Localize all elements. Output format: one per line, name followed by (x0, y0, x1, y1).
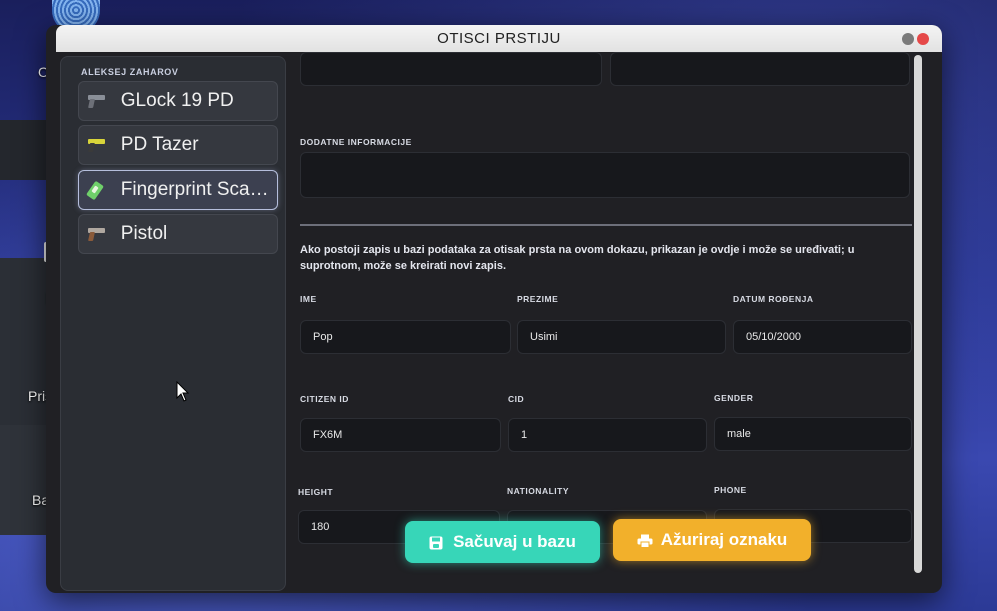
sidebar-item-label: PD Tazer (120, 134, 199, 155)
form-scrollbar[interactable] (914, 55, 922, 573)
title-bar[interactable]: OTISCI PRSTIJU (56, 25, 942, 52)
prezime-input[interactable]: Usimi (517, 320, 726, 354)
pistol-icon (87, 225, 107, 243)
top-field-right[interactable] (610, 52, 910, 86)
gender-label: GENDER (714, 393, 754, 403)
dob-input[interactable]: 05/10/2000 (733, 320, 912, 354)
update-label-button[interactable]: Ažuriraj oznaku (613, 519, 811, 561)
top-field-left[interactable] (300, 52, 602, 86)
taser-icon (87, 136, 107, 154)
sidebar-owner-name: ALEKSEJ ZAHAROV (81, 67, 179, 77)
ime-input[interactable]: Pop (300, 320, 511, 354)
record-form: DODATNE INFORMACIJE Ako postoji zapis u … (292, 52, 912, 593)
sidebar-item-label: Fingerprint Scanner (120, 179, 277, 200)
sidebar-item-label: Pistol (120, 223, 168, 244)
ime-label: IME (300, 294, 317, 304)
nationality-label: NATIONALITY (507, 486, 570, 496)
minimize-button[interactable] (902, 33, 914, 45)
sidebar-item-label: GLock 19 PD (120, 90, 234, 111)
phone-label: PHONE (714, 485, 747, 495)
cid-label: CID (508, 394, 525, 404)
mouse-cursor-icon (176, 381, 190, 402)
close-button[interactable] (917, 33, 929, 45)
save-to-database-button[interactable]: Sačuvaj u bazu (405, 521, 600, 563)
additional-info-field[interactable] (300, 152, 910, 198)
evidence-sidebar: ALEKSEJ ZAHAROV GLock 19 PD PD Tazer Fin… (60, 56, 286, 591)
window-title: OTISCI PRSTIJU (437, 30, 561, 47)
sidebar-item-tazer[interactable]: PD Tazer (78, 125, 278, 165)
desktop-panel (0, 258, 52, 438)
citizen-id-label: CITIZEN ID (300, 394, 349, 404)
citizen-id-input[interactable]: FX6M (300, 418, 501, 452)
desktop-panel-bottom (0, 425, 52, 535)
cid-input[interactable]: 1 (508, 418, 707, 452)
dob-label: DATUM ROĐENJA (733, 294, 814, 304)
height-label: HEIGHT (298, 487, 334, 497)
scanner-icon (86, 180, 107, 201)
info-text: Ako postoji zapis u bazi podataka za oti… (300, 244, 855, 272)
sidebar-item-glock[interactable]: GLock 19 PD (78, 81, 278, 121)
floppy-disk-icon (429, 535, 443, 550)
prezime-label: PREZIME (517, 294, 559, 304)
section-divider (300, 224, 912, 226)
update-button-label: Ažuriraj oznaku (660, 530, 788, 549)
additional-info-label: DODATNE INFORMACIJE (300, 137, 412, 147)
gender-input[interactable]: male (714, 417, 912, 451)
save-button-label: Sačuvaj u bazu (453, 532, 576, 551)
printer-icon (637, 533, 653, 548)
sidebar-item-pistol[interactable]: Pistol (78, 214, 278, 254)
desktop-panel-top (0, 120, 52, 180)
pistol-icon (87, 92, 107, 110)
fingerprint-window: OTISCI PRSTIJU ALEKSEJ ZAHAROV GLock 19 … (46, 25, 942, 593)
sidebar-item-fingerprint-scanner[interactable]: Fingerprint Scanner (78, 170, 278, 210)
